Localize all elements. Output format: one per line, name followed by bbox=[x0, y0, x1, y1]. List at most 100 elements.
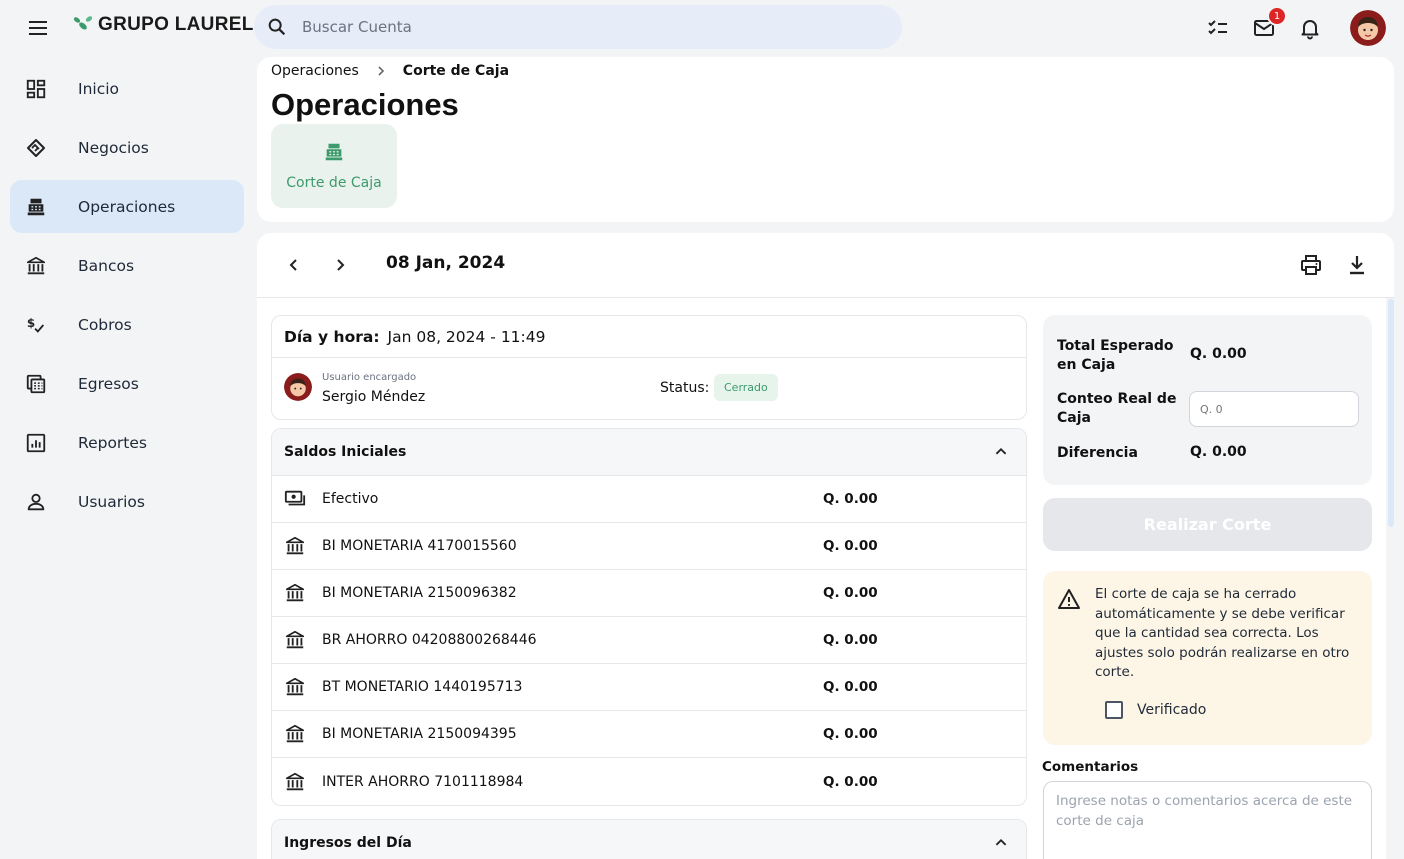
list-item: BI MONETARIA 2150094395 Q. 0.00 bbox=[272, 711, 1026, 758]
list-item: INTER AHORRO 7101118984 Q. 0.00 bbox=[272, 758, 1026, 805]
cash-icon bbox=[284, 488, 306, 510]
bank-icon bbox=[24, 254, 48, 278]
cash-register-icon bbox=[323, 141, 345, 163]
bank-icon bbox=[284, 723, 306, 745]
date-bar: 08 Jan, 2024 bbox=[257, 233, 1394, 298]
datetime-row: Día y hora: Jan 08, 2024 - 11:49 bbox=[272, 316, 1026, 358]
saldos-iniciales-header[interactable]: Saldos Iniciales bbox=[272, 429, 1026, 476]
user-avatar[interactable] bbox=[1350, 10, 1386, 46]
account-amount: Q. 0.00 bbox=[823, 726, 878, 742]
account-amount: Q. 0.00 bbox=[823, 679, 878, 695]
account-name: Efectivo bbox=[322, 491, 379, 507]
sidebar-item-label: Cobros bbox=[78, 315, 132, 334]
expected-value: Q. 0.00 bbox=[1190, 346, 1247, 362]
list-item: BI MONETARIA 2150096382 Q. 0.00 bbox=[272, 570, 1026, 617]
list-item: Efectivo Q. 0.00 bbox=[272, 476, 1026, 523]
diff-label: Diferencia bbox=[1057, 445, 1138, 461]
checklist-icon bbox=[1206, 16, 1230, 40]
comments-label: Comentarios bbox=[1042, 759, 1139, 775]
mail-button[interactable]: 1 bbox=[1252, 6, 1287, 45]
realizar-corte-button[interactable]: Realizar Corte bbox=[1043, 498, 1372, 551]
breadcrumb: Operaciones Corte de Caja bbox=[271, 63, 509, 79]
ingresos-header[interactable]: Ingresos del Día bbox=[272, 820, 1026, 859]
search-icon bbox=[266, 16, 288, 38]
sidebar-item-operaciones[interactable]: Operaciones bbox=[10, 180, 244, 233]
sidebar-item-usuarios[interactable]: Usuarios bbox=[10, 475, 244, 528]
calculator-icon bbox=[24, 372, 48, 396]
warning-icon bbox=[1057, 587, 1081, 611]
print-icon[interactable] bbox=[1299, 253, 1323, 277]
chevron-up-icon[interactable] bbox=[990, 441, 1012, 463]
user-caption: Usuario encargado bbox=[322, 372, 417, 383]
status-label: Status: bbox=[660, 380, 710, 396]
user-row: Usuario encargado Sergio Méndez Status: … bbox=[272, 358, 1026, 420]
chevron-up-icon[interactable] bbox=[990, 832, 1012, 854]
account-name: INTER AHORRO 7101118984 bbox=[322, 773, 524, 790]
bank-icon bbox=[284, 771, 306, 793]
verify-checkbox-row[interactable]: Verificado bbox=[1105, 701, 1206, 719]
sidebar-item-reportes[interactable]: Reportes bbox=[10, 416, 244, 469]
user-icon bbox=[24, 490, 48, 514]
top-actions: 1 bbox=[1206, 6, 1386, 46]
breadcrumb-corte-de-caja: Corte de Caja bbox=[402, 63, 510, 79]
dollar-check-icon: $ bbox=[24, 313, 48, 337]
comments-input[interactable] bbox=[1043, 781, 1372, 859]
sidebar-item-label: Negocios bbox=[78, 138, 149, 157]
search-bar bbox=[254, 5, 902, 49]
account-name: BR AHORRO 04208800268446 bbox=[322, 632, 537, 648]
tile-corte-de-caja[interactable]: Corte de Caja bbox=[271, 124, 397, 208]
handshake-icon bbox=[24, 136, 48, 160]
logo[interactable]: GRUPO LAUREL bbox=[72, 14, 254, 36]
menu-icon[interactable] bbox=[26, 16, 50, 40]
tasks-button[interactable] bbox=[1206, 11, 1230, 45]
avatar bbox=[284, 373, 312, 401]
chevron-left-icon[interactable] bbox=[282, 253, 306, 277]
sidebar-item-label: Bancos bbox=[78, 256, 135, 275]
corte-info: Día y hora: Jan 08, 2024 - 11:49 Usuario… bbox=[271, 315, 1027, 420]
sidebar-item-bancos[interactable]: Bancos bbox=[10, 239, 244, 292]
sidebar-item-label: Reportes bbox=[78, 433, 147, 452]
chart-icon bbox=[24, 431, 48, 455]
download-icon[interactable] bbox=[1345, 253, 1369, 277]
scrollbar-thumb[interactable] bbox=[1388, 299, 1394, 527]
saldos-iniciales-section: Saldos Iniciales Efectivo Q. 0.00 BI MON… bbox=[271, 428, 1027, 806]
warning-text: El corte de caja se ha cerrado automátic… bbox=[1095, 586, 1350, 680]
sidebar-item-label: Egresos bbox=[78, 374, 139, 393]
notifications-button[interactable] bbox=[1298, 11, 1322, 45]
chevron-right-icon bbox=[375, 65, 387, 77]
list-item: BT MONETARIO 1440195713 Q. 0.00 bbox=[272, 664, 1026, 711]
datetime-value: Jan 08, 2024 - 11:49 bbox=[387, 327, 546, 346]
sidebar-item-cobros[interactable]: $ Cobros bbox=[10, 298, 244, 351]
expected-label: Total Esperado en Caja bbox=[1057, 338, 1174, 373]
section-title: Saldos Iniciales bbox=[284, 444, 407, 460]
ingresos-section: Ingresos del Día bbox=[271, 819, 1027, 859]
sidebar-item-egresos[interactable]: Egresos bbox=[10, 357, 244, 410]
sidebar-item-label: Operaciones bbox=[78, 197, 176, 216]
logo-text: GRUPO LAUREL bbox=[98, 14, 254, 35]
page-title: Operaciones bbox=[271, 87, 459, 122]
count-label: Conteo Real de Caja bbox=[1057, 391, 1177, 426]
bank-icon bbox=[284, 535, 306, 557]
account-name: BT MONETARIO 1440195713 bbox=[322, 679, 523, 695]
account-name: BI MONETARIA 4170015560 bbox=[322, 538, 517, 554]
sidebar: Inicio Negocios Operaciones Bancos $ Cob… bbox=[10, 62, 244, 534]
status-badge: Cerrado bbox=[714, 374, 778, 401]
list-item: BI MONETARIA 4170015560 Q. 0.00 bbox=[272, 523, 1026, 570]
user-name: Sergio Méndez bbox=[322, 389, 426, 405]
mail-badge: 1 bbox=[1267, 6, 1287, 26]
search-input[interactable] bbox=[302, 18, 862, 36]
bank-icon bbox=[284, 582, 306, 604]
page-header: Operaciones Corte de Caja Operaciones Co… bbox=[257, 57, 1394, 222]
account-amount: Q. 0.00 bbox=[823, 773, 878, 790]
bank-icon bbox=[284, 676, 306, 698]
datetime-label: Día y hora: bbox=[284, 327, 380, 346]
chevron-right-icon[interactable] bbox=[328, 253, 352, 277]
account-name: BI MONETARIA 2150094395 bbox=[322, 726, 517, 742]
corte-panel: 08 Jan, 2024 Día y hora: Jan 08, 2024 - … bbox=[257, 233, 1394, 859]
breadcrumb-operaciones[interactable]: Operaciones bbox=[271, 63, 359, 79]
count-input[interactable] bbox=[1189, 391, 1359, 427]
sidebar-item-inicio[interactable]: Inicio bbox=[10, 62, 244, 115]
sidebar-item-negocios[interactable]: Negocios bbox=[10, 121, 244, 174]
diff-value: Q. 0.00 bbox=[1190, 444, 1247, 460]
verify-checkbox[interactable] bbox=[1105, 701, 1123, 719]
